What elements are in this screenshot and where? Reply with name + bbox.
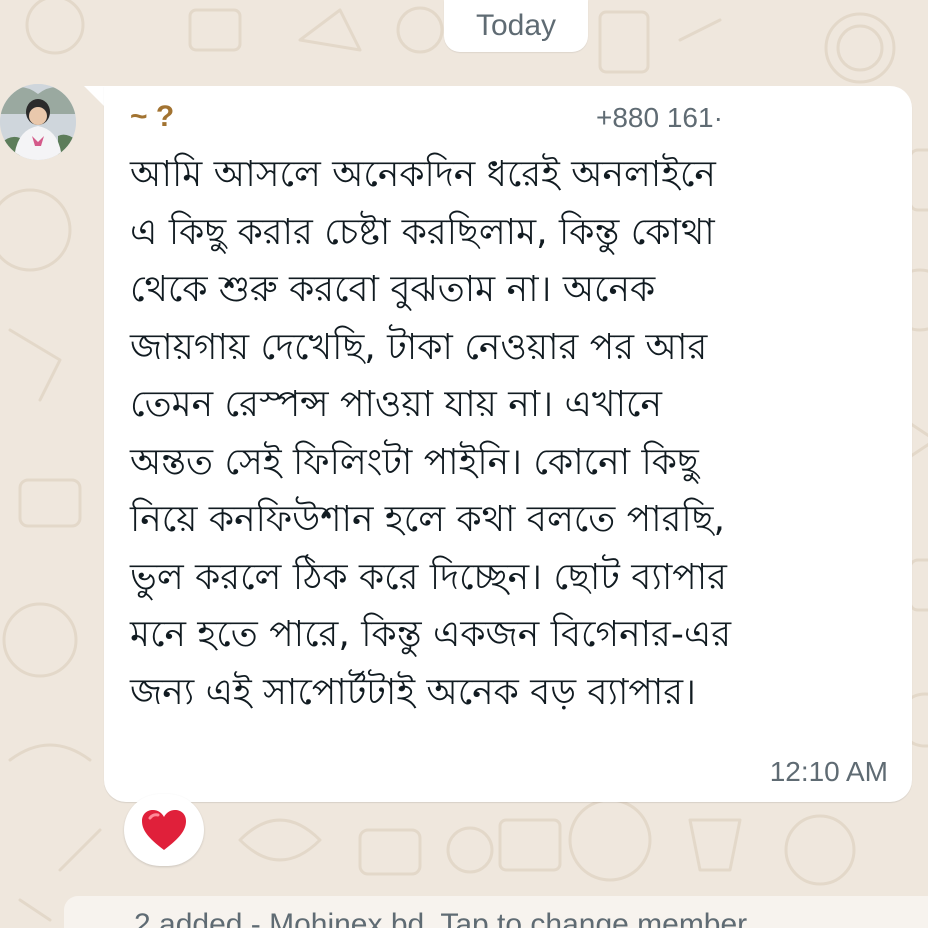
message-bubble[interactable]: ~ ? +880 161· আমি আসলে অনেকদিন ধরেই অনলা…	[104, 86, 912, 802]
system-notice-text: 2 added - Mohinex bd. Tap to change memb…	[134, 908, 748, 928]
sender-name[interactable]: ~ ?	[130, 100, 174, 134]
group-system-notice[interactable]: 2 added - Mohinex bd. Tap to change memb…	[64, 896, 928, 928]
red-heart-icon	[142, 810, 186, 850]
message-timestamp: 12:10 AM	[769, 756, 888, 787]
date-divider: Today	[444, 0, 588, 52]
message-text: আমি আসলে অনেকদিন ধরেই অনলাইনে এ কিছু করা…	[130, 154, 732, 713]
sender-avatar[interactable]	[0, 84, 76, 160]
bubble-tail	[84, 86, 106, 108]
sender-phone-number[interactable]: +880 161·	[596, 102, 723, 134]
reaction-badge[interactable]	[124, 794, 204, 866]
